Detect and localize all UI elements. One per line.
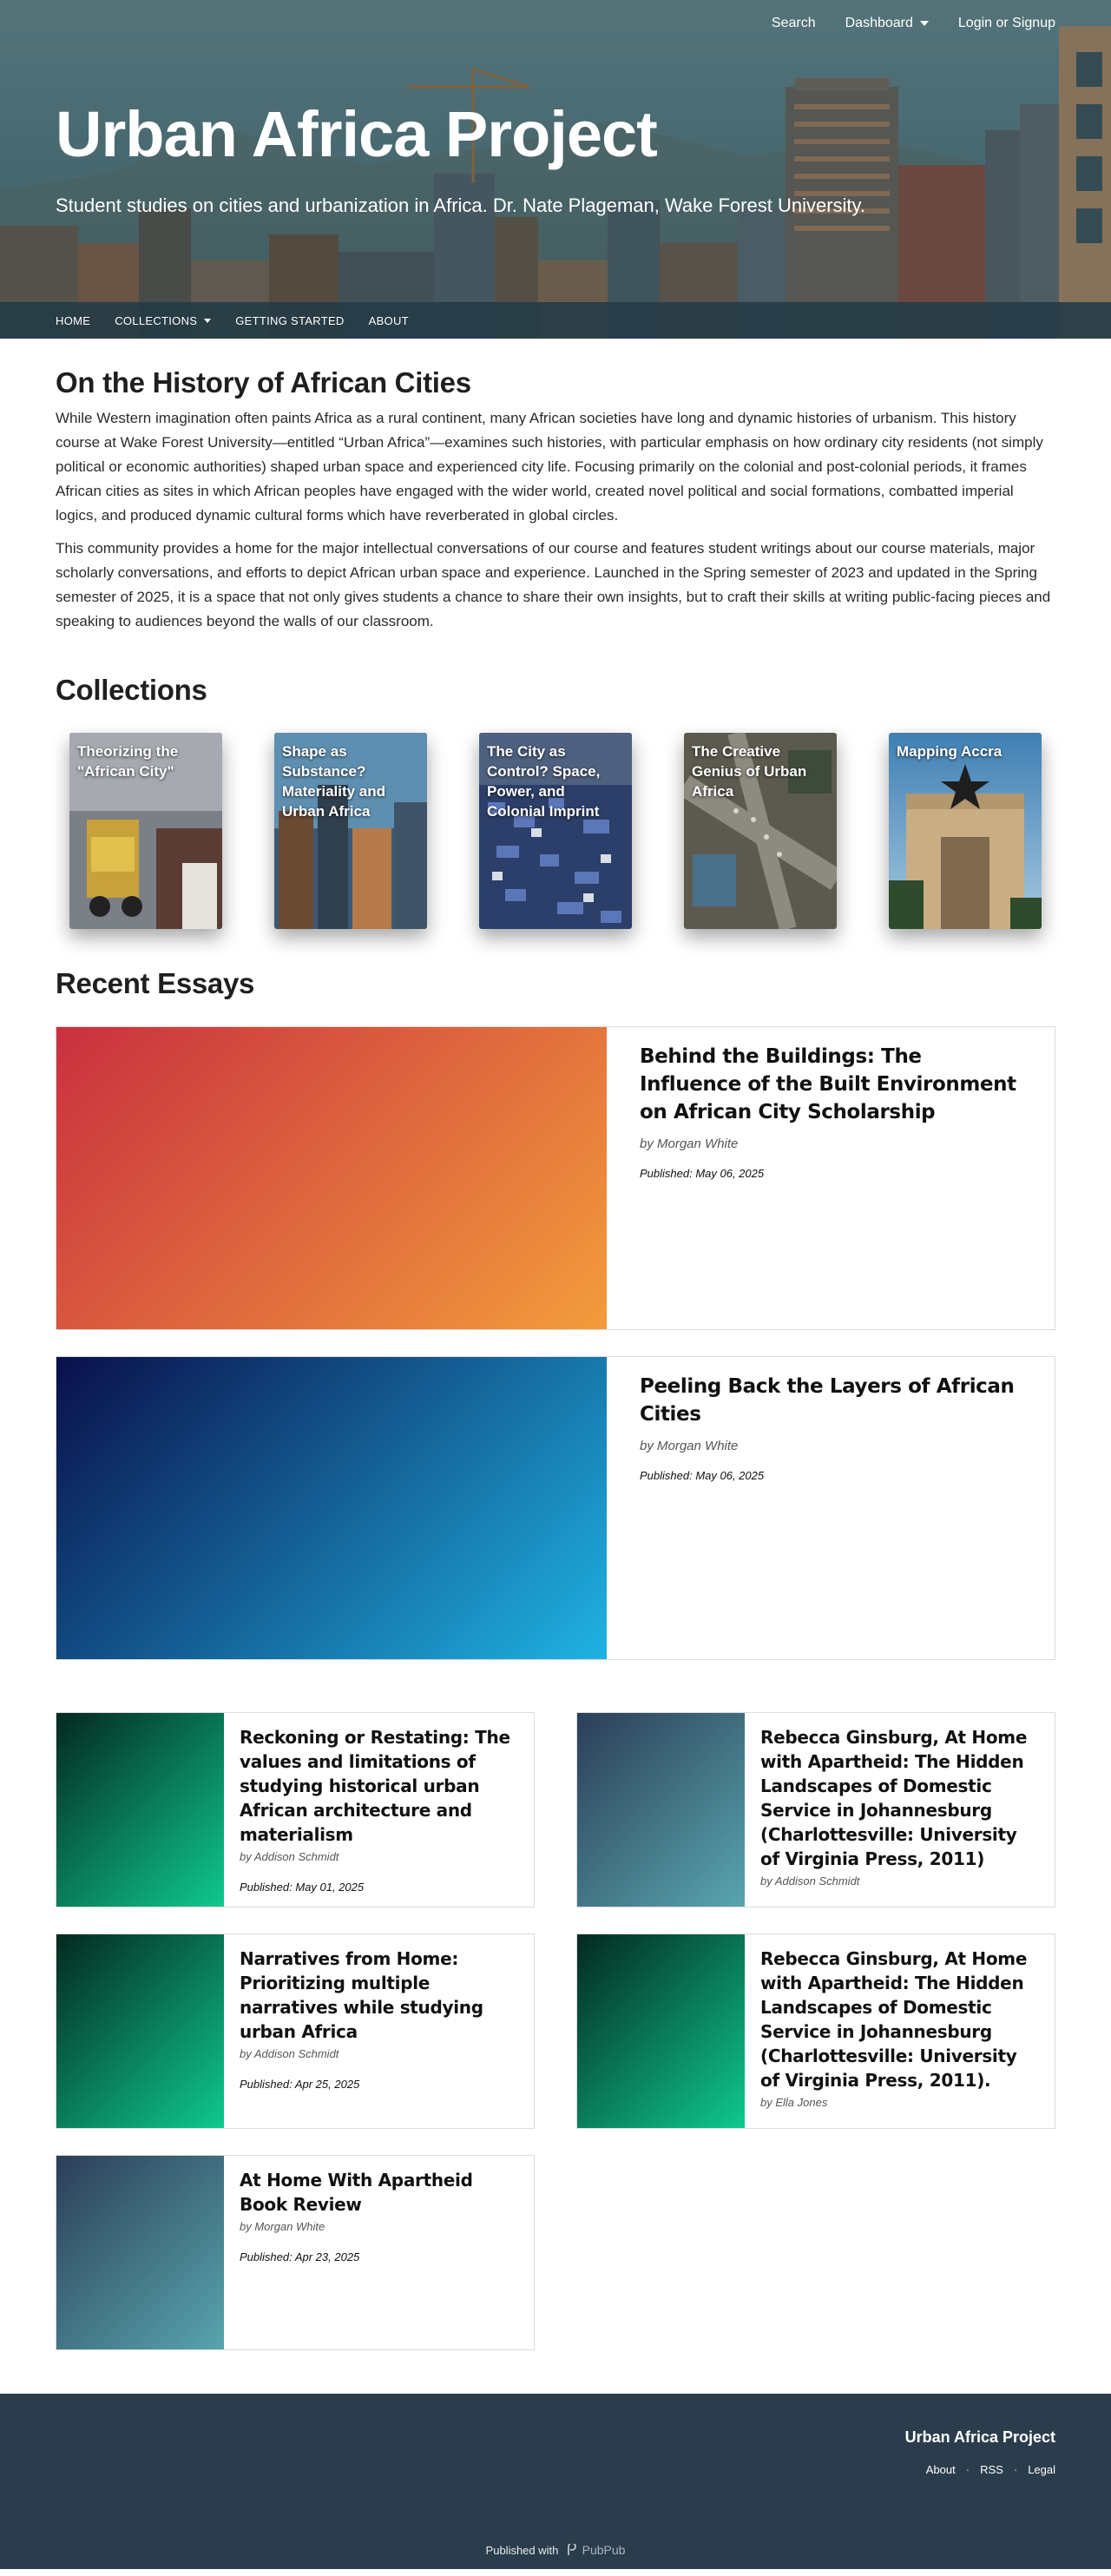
recent-essays-heading: Recent Essays: [56, 967, 255, 999]
essay-published-date: Published: Apr 23, 2025: [240, 2250, 360, 2263]
search-link[interactable]: Search: [772, 16, 816, 31]
recent-essays-section: Recent Essays Behind the Buildings: The …: [56, 967, 1055, 2350]
essay-grid: Reckoning or Restating: The values and l…: [56, 1712, 1055, 2350]
nav-about[interactable]: ABOUT: [369, 314, 409, 327]
main-content: On the History of African Cities While W…: [56, 339, 1055, 2350]
essay-title[interactable]: Rebecca Ginsburg, At Home with Apartheid…: [760, 1947, 1039, 2092]
essay-title[interactable]: At Home With Apartheid Book Review: [240, 2168, 518, 2217]
collection-title: Theorizing the "African City": [77, 743, 179, 780]
essay-title[interactable]: Peeling Back the Layers of African Citie…: [640, 1373, 1022, 1428]
collection-card[interactable]: The Creative Genius of Urban Africa: [684, 733, 837, 929]
published-with-label: Published with: [485, 2544, 559, 2557]
essay-byline: by Morgan White: [640, 1439, 739, 1453]
essay-published-date: Published: May 06, 2025: [640, 1469, 765, 1482]
essay-cover-image: [56, 1934, 224, 2128]
separator-dot: ·: [965, 2463, 970, 2476]
login-signup-link[interactable]: Login or Signup: [958, 16, 1055, 31]
dashboard-dropdown[interactable]: Dashboard: [845, 16, 929, 31]
essay-byline: by Ella Jones: [760, 2096, 828, 2109]
footer-links: About · RSS · Legal: [926, 2463, 1055, 2476]
collection-title: Shape as Substance? Materiality and Urba…: [282, 743, 386, 820]
essay-published-date: Published: Apr 25, 2025: [240, 2078, 360, 2091]
essay-card[interactable]: Reckoning or Restating: The values and l…: [56, 1712, 535, 1907]
intro-paragraph: This community provides a home for the m…: [56, 540, 1051, 629]
chevron-down-icon: [919, 21, 929, 26]
essay-byline: by Addison Schmidt: [240, 2047, 339, 2060]
footer-link-legal[interactable]: Legal: [1028, 2463, 1055, 2476]
essay-card[interactable]: Rebecca Ginsburg, At Home with Apartheid…: [576, 1934, 1055, 2129]
essay-cover-image: [577, 1713, 745, 1907]
essay-card[interactable]: Rebecca Ginsburg, At Home with Apartheid…: [576, 1712, 1055, 1907]
collection-title: The City as Control? Space, Power, and C…: [487, 743, 601, 820]
essay-byline: by Addison Schmidt: [240, 1850, 339, 1863]
essay-card[interactable]: Narratives from Home: Prioritizing multi…: [56, 1934, 535, 2129]
nav-home[interactable]: HOME: [56, 314, 90, 327]
site-footer: Urban Africa Project About · RSS · Legal…: [0, 2394, 1111, 2569]
essay-cover-image: [56, 1713, 224, 1907]
hero-banner: Search Dashboard Login or Signup Urban A…: [0, 0, 1111, 339]
essay-cover-image: [56, 1027, 607, 1329]
essay-info: At Home With Apartheid Book Review by Mo…: [224, 2156, 534, 2349]
intro-paragraph: While Western imagination often paints A…: [56, 410, 1043, 524]
essay-info: Reckoning or Restating: The values and l…: [224, 1713, 534, 1907]
collection-cover-image: [889, 733, 1042, 929]
nav-collections-label: COLLECTIONS: [115, 313, 198, 327]
chevron-down-icon: [204, 318, 212, 323]
published-with[interactable]: Published with PubPub: [0, 2542, 1111, 2557]
secondary-nav: HOME COLLECTIONS GETTING STARTED ABOUT: [0, 302, 1111, 339]
essay-byline: by Addison Schmidt: [760, 1874, 860, 1888]
essay-cover-image: [577, 1934, 745, 2128]
pubpub-logo-icon: [568, 2542, 576, 2555]
essay-published-date: Published: May 06, 2025: [640, 1167, 765, 1180]
essay-card[interactable]: At Home With Apartheid Book Review by Mo…: [56, 2155, 535, 2350]
essay-cover-image: [56, 1357, 607, 1659]
collection-title: Mapping Accra: [897, 743, 1003, 760]
essay-byline: by Morgan White: [240, 2220, 325, 2233]
separator-dot: ·: [1013, 2463, 1018, 2476]
essay-title[interactable]: Narratives from Home: Prioritizing multi…: [240, 1947, 518, 2044]
dashboard-label: Dashboard: [845, 16, 913, 30]
essay-title[interactable]: Behind the Buildings: The Influence of t…: [640, 1043, 1022, 1126]
collections-row: Theorizing the "African City" Shape as S…: [56, 707, 1055, 929]
essay-info: Rebecca Ginsburg, At Home with Apartheid…: [745, 1713, 1055, 1907]
intro-heading: On the History of African Cities: [56, 366, 471, 399]
site-subtitle: Student studies on cities and urbanizati…: [56, 194, 866, 216]
site-title: Urban Africa Project: [56, 98, 658, 170]
collections-heading: Collections: [56, 674, 207, 706]
essay-info: Behind the Buildings: The Influence of t…: [607, 1027, 1055, 1329]
essay-title[interactable]: Rebecca Ginsburg, At Home with Apartheid…: [760, 1725, 1039, 1871]
collection-card[interactable]: Shape as Substance? Materiality and Urba…: [274, 733, 427, 929]
collection-title: The Creative Genius of Urban Africa: [692, 743, 807, 800]
featured-essay-card[interactable]: Peeling Back the Layers of African Citie…: [56, 1356, 1055, 1660]
top-nav: Search Dashboard Login or Signup: [772, 16, 1055, 31]
pubpub-brand: PubPub: [582, 2543, 626, 2557]
essay-info: Narratives from Home: Prioritizing multi…: [224, 1934, 534, 2128]
collection-card[interactable]: Theorizing the "African City": [69, 733, 222, 929]
footer-link-about[interactable]: About: [926, 2463, 956, 2476]
intro-section: On the History of African Cities While W…: [56, 339, 1055, 634]
essay-byline: by Morgan White: [640, 1136, 739, 1151]
collection-card[interactable]: Mapping Accra: [889, 733, 1042, 929]
essay-info: Rebecca Ginsburg, At Home with Apartheid…: [745, 1934, 1055, 2128]
featured-essay-card[interactable]: Behind the Buildings: The Influence of t…: [56, 1026, 1055, 1330]
essay-cover-image: [56, 2156, 224, 2349]
nav-collections[interactable]: COLLECTIONS: [115, 313, 212, 327]
footer-title: Urban Africa Project: [904, 2428, 1055, 2446]
collection-card[interactable]: The City as Control? Space, Power, and C…: [479, 733, 632, 929]
nav-getting-started[interactable]: GETTING STARTED: [235, 314, 344, 327]
essay-info: Peeling Back the Layers of African Citie…: [607, 1357, 1055, 1659]
essay-published-date: Published: May 01, 2025: [240, 1881, 365, 1894]
footer-link-rss[interactable]: RSS: [980, 2463, 1003, 2476]
essay-title[interactable]: Reckoning or Restating: The values and l…: [240, 1725, 518, 1847]
collections-section: Collections Theorizing the "African City…: [56, 674, 1055, 929]
